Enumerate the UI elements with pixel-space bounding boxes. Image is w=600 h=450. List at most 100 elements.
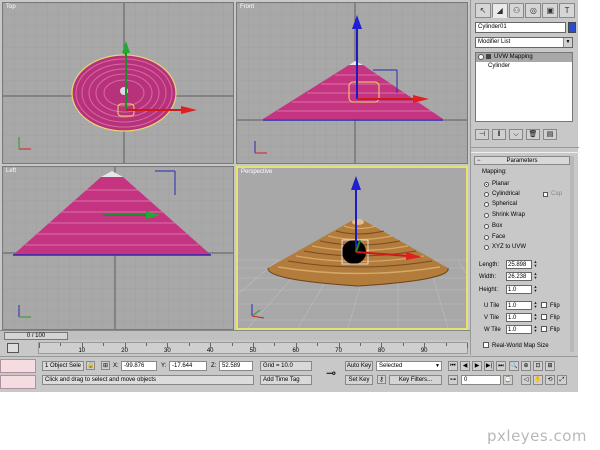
parameters-rollout-header[interactable]: − Parameters xyxy=(474,156,570,165)
chevron-down-icon: ▼ xyxy=(563,38,572,47)
key-mode-toggle-icon[interactable]: ⊶ xyxy=(448,375,458,385)
show-end-result-icon[interactable]: ‖ xyxy=(492,129,506,140)
v-tile-spinner[interactable]: ▲ ▼ xyxy=(533,313,538,322)
length-spinner[interactable]: ▲ ▼ xyxy=(533,260,538,269)
viewport-left[interactable]: Left xyxy=(2,166,234,330)
zoom-all-icon[interactable]: ⊕ xyxy=(521,361,531,371)
command-panel-scrollbar[interactable] xyxy=(570,156,574,352)
radio-button[interactable] xyxy=(484,235,489,240)
radio-box[interactable]: Box xyxy=(484,222,502,231)
lock-icon[interactable]: 🔒 xyxy=(86,361,95,370)
utilities-icon[interactable]: T xyxy=(559,3,575,18)
modifier-stack[interactable]: UVW Mapping Cylinder xyxy=(475,52,573,122)
key-mode-dropdown[interactable]: Selected ▼ xyxy=(376,361,442,371)
viewport-top[interactable]: Top xyxy=(2,2,234,164)
expand-icon[interactable] xyxy=(486,54,491,59)
u-tile-field[interactable]: 1.0 xyxy=(506,301,532,310)
make-unique-icon[interactable]: ⌵ xyxy=(509,129,523,140)
display-icon[interactable]: ▣ xyxy=(542,3,559,18)
u-tile-spinner[interactable]: ▲ ▼ xyxy=(533,301,538,310)
perspective-view-canvas xyxy=(238,168,466,328)
w-tile-spinner[interactable]: ▲ ▼ xyxy=(533,325,538,334)
radio-button[interactable] xyxy=(484,202,489,207)
radio-planar[interactable]: Planar xyxy=(484,180,509,189)
u-flip-checkbox[interactable] xyxy=(541,302,547,308)
w-tile-field[interactable]: 1.0 xyxy=(506,325,532,334)
radio-spherical[interactable]: Spherical xyxy=(484,200,517,209)
time-slider-thumb[interactable]: 0 / 100 xyxy=(4,332,68,340)
radio-button[interactable] xyxy=(484,192,489,197)
object-color-swatch[interactable] xyxy=(568,22,576,33)
viewport-label: Left xyxy=(6,168,17,174)
absolute-mode-icon[interactable]: ⊞ xyxy=(101,361,110,370)
v-tile-field[interactable]: 1.0 xyxy=(506,313,532,322)
auto-key-button[interactable]: Auto Key xyxy=(345,361,373,371)
viewport-front[interactable]: Front xyxy=(236,2,468,164)
key-filters-button[interactable]: Key Filters... xyxy=(389,375,442,385)
object-name-field[interactable]: Cylinder01 xyxy=(475,22,566,33)
go-to-start-icon[interactable]: ⏮ xyxy=(448,361,458,371)
radio-button[interactable] xyxy=(484,182,489,187)
mapping-group-label: Mapping: xyxy=(482,169,507,175)
v-flip-checkbox[interactable] xyxy=(541,314,547,320)
stack-item-cylinder[interactable]: Cylinder xyxy=(476,62,572,71)
modify-icon[interactable]: ◢ xyxy=(491,3,508,18)
hat-top-view[interactable] xyxy=(71,54,177,132)
radio-face[interactable]: Face xyxy=(484,233,505,242)
add-time-tag-button[interactable]: Add Time Tag xyxy=(260,375,312,385)
time-slider[interactable]: 0 / 100 xyxy=(0,330,470,340)
pan-icon[interactable]: ✋ xyxy=(533,375,543,385)
modifier-list-label: Modifier List xyxy=(478,39,511,45)
set-key-button[interactable]: Set Key xyxy=(345,375,373,385)
hierarchy-icon[interactable]: ⚇ xyxy=(508,3,525,18)
key-filter-icon[interactable]: ⚷ xyxy=(377,375,386,384)
lightbulb-icon[interactable] xyxy=(478,54,484,60)
width-field[interactable]: 26.238 xyxy=(506,272,532,281)
modifier-list-dropdown[interactable]: Modifier List ▼ xyxy=(475,37,573,48)
real-world-map-size-checkbox[interactable] xyxy=(483,342,489,348)
next-frame-icon[interactable]: ▶| xyxy=(484,361,494,371)
track-bar[interactable]: 10 20 30 40 50 60 70 80 90 xyxy=(38,342,468,354)
maxscript-listener-field[interactable] xyxy=(0,359,36,373)
chevron-down-icon: ▼ xyxy=(435,363,440,369)
viewport-perspective[interactable]: Perspective xyxy=(236,166,468,330)
real-world-map-size-label: Real-World Map Size xyxy=(492,343,549,349)
arc-rotate-icon[interactable]: ⟲ xyxy=(545,375,555,385)
zoom-extents-all-icon[interactable]: ⊞ xyxy=(545,361,555,371)
current-frame-field[interactable]: 0 xyxy=(461,375,501,385)
zoom-icon[interactable]: 🔍 xyxy=(509,361,519,371)
track-tick-label: 80 xyxy=(378,348,385,354)
maxscript-output-field[interactable] xyxy=(0,375,36,389)
time-configuration-icon[interactable]: ⌚ xyxy=(503,375,513,385)
height-spinner[interactable]: ▲ ▼ xyxy=(533,285,538,294)
remove-modifier-icon[interactable]: 🗑 xyxy=(526,129,540,140)
mini-curve-editor-icon[interactable] xyxy=(7,343,19,353)
stack-item-uvw-mapping[interactable]: UVW Mapping xyxy=(476,53,572,62)
height-field[interactable]: 1.0 xyxy=(506,285,532,294)
y-coordinate-field[interactable]: -17.644 xyxy=(169,361,207,371)
max-window: Top Front Left Perspective ↖ ◢ ⚇ ◎ ▣ T C… xyxy=(0,0,579,392)
zoom-extents-icon[interactable]: ⊡ xyxy=(533,361,543,371)
w-flip-checkbox[interactable] xyxy=(541,326,547,332)
width-spinner[interactable]: ▲ ▼ xyxy=(533,272,538,281)
radio-button[interactable] xyxy=(484,224,489,229)
go-to-end-icon[interactable]: ⏭ xyxy=(496,361,506,371)
x-coordinate-field[interactable]: -99.876 xyxy=(121,361,157,371)
motion-icon[interactable]: ◎ xyxy=(525,3,542,18)
radio-shrink-wrap[interactable]: Shrink Wrap xyxy=(484,211,525,220)
create-icon[interactable]: ↖ xyxy=(475,3,491,18)
z-coordinate-field[interactable]: 52.589 xyxy=(219,361,253,371)
field-of-view-icon[interactable]: ◁ xyxy=(521,375,531,385)
cap-checkbox[interactable] xyxy=(543,192,548,197)
radio-button[interactable] xyxy=(484,245,489,250)
radio-xyz-to-uvw[interactable]: XYZ to UVW xyxy=(484,243,526,252)
length-field[interactable]: 25.898 xyxy=(506,260,532,269)
key-icon[interactable]: ⊸ xyxy=(320,364,342,382)
play-icon[interactable]: ▶ xyxy=(472,361,482,371)
radio-button[interactable] xyxy=(484,213,489,218)
maximize-viewport-icon[interactable]: ⤢ xyxy=(557,375,567,385)
radio-cylindrical[interactable]: Cylindrical Cap xyxy=(484,190,574,199)
previous-frame-icon[interactable]: ◀ xyxy=(460,361,470,371)
configure-sets-icon[interactable]: ▤ xyxy=(543,129,557,140)
pin-stack-icon[interactable]: ⊣ xyxy=(475,129,489,140)
